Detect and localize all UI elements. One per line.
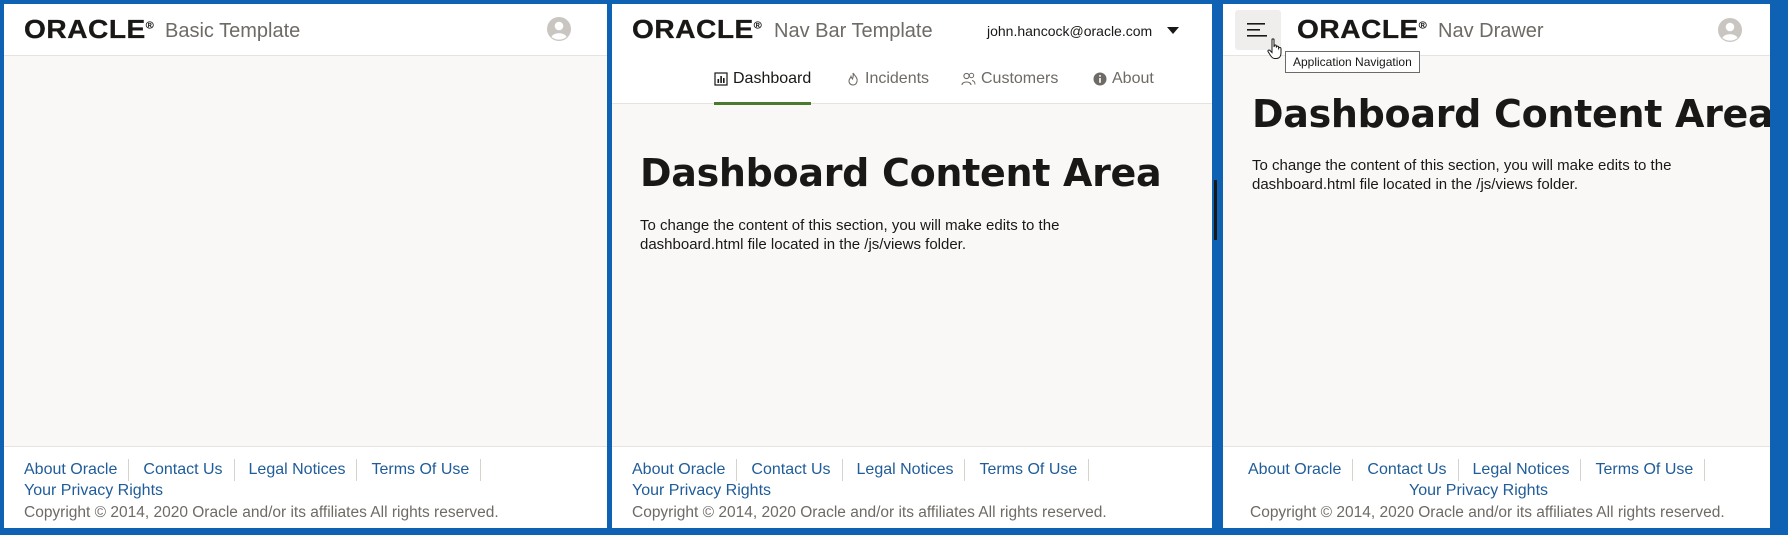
oracle-logo[interactable]: ORACLE® xyxy=(632,14,762,45)
footer-link-terms-of-use[interactable]: Terms Of Use xyxy=(1581,459,1706,481)
footer-link-contact-us[interactable]: Contact Us xyxy=(129,459,235,481)
app-title: Nav Drawer xyxy=(1438,20,1544,42)
app-title: Basic Template xyxy=(165,20,301,42)
footer-link-about-oracle[interactable]: About Oracle xyxy=(632,459,738,481)
copyright-text: Copyright © 2014, 2020 Oracle and/or its… xyxy=(1250,504,1725,521)
footer: About Oracle Contact Us Legal Notices Te… xyxy=(612,446,1212,528)
content-body: To change the content of this section, y… xyxy=(1252,157,1672,193)
people-icon xyxy=(961,72,976,86)
footer-link-privacy-rights[interactable]: Your Privacy Rights xyxy=(24,482,163,500)
tab-customers[interactable]: Customers xyxy=(961,70,1058,104)
fire-icon xyxy=(848,72,858,86)
app-header: ORACLE® Basic Template xyxy=(4,4,607,56)
footer-link-terms-of-use[interactable]: Terms Of Use xyxy=(357,459,482,481)
navbar-template-window: ORACLE® Nav Bar Template john.hancock@or… xyxy=(612,4,1212,528)
hamburger-icon xyxy=(1247,23,1267,37)
oracle-logo[interactable]: ORACLE® xyxy=(24,14,154,45)
chart-icon xyxy=(714,72,728,86)
oracle-logo[interactable]: ORACLE® xyxy=(1297,14,1427,45)
tab-about[interactable]: About xyxy=(1093,70,1154,104)
footer: About Oracle Contact Us Legal Notices Te… xyxy=(1223,446,1770,528)
nav-drawer-template-window: ORACLE® Nav Drawer Application Navigatio… xyxy=(1223,4,1770,528)
footer-link-legal-notices[interactable]: Legal Notices xyxy=(1459,459,1582,481)
footer-links: About Oracle Contact Us Legal Notices Te… xyxy=(24,459,482,481)
user-menu-button[interactable]: john.hancock@oracle.com xyxy=(987,23,1152,39)
footer-link-terms-of-use[interactable]: Terms Of Use xyxy=(965,459,1090,481)
footer-link-privacy-rights[interactable]: Your Privacy Rights xyxy=(1409,482,1548,500)
hand-cursor-icon xyxy=(1267,38,1282,59)
app-header: ORACLE® Nav Bar Template john.hancock@or… xyxy=(612,4,1212,105)
tooltip-application-navigation: Application Navigation xyxy=(1285,51,1420,73)
footer-links: About Oracle Contact Us Legal Notices Te… xyxy=(1248,459,1706,481)
app-header: ORACLE® Nav Drawer xyxy=(1223,4,1770,56)
footer-link-contact-us[interactable]: Contact Us xyxy=(1353,459,1459,481)
user-avatar-icon[interactable] xyxy=(1718,18,1742,42)
basic-template-window: ORACLE® Basic Template About Oracle Cont… xyxy=(4,4,607,528)
chevron-down-icon[interactable] xyxy=(1167,27,1179,34)
footer-link-legal-notices[interactable]: Legal Notices xyxy=(843,459,966,481)
window-divider xyxy=(1214,180,1217,240)
copyright-text: Copyright © 2014, 2020 Oracle and/or its… xyxy=(24,504,499,521)
tab-dashboard[interactable]: Dashboard xyxy=(714,70,812,105)
app-title: Nav Bar Template xyxy=(774,20,933,42)
footer-links: About Oracle Contact Us Legal Notices Te… xyxy=(632,459,1090,481)
info-icon xyxy=(1093,72,1107,86)
footer-link-about-oracle[interactable]: About Oracle xyxy=(24,459,130,481)
footer-link-legal-notices[interactable]: Legal Notices xyxy=(235,459,358,481)
copyright-text: Copyright © 2014, 2020 Oracle and/or its… xyxy=(632,504,1107,521)
footer-link-about-oracle[interactable]: About Oracle xyxy=(1248,459,1354,481)
footer-link-privacy-rights[interactable]: Your Privacy Rights xyxy=(632,482,771,500)
footer-link-contact-us[interactable]: Contact Us xyxy=(737,459,843,481)
tab-incidents[interactable]: Incidents xyxy=(846,70,929,104)
footer: About Oracle Contact Us Legal Notices Te… xyxy=(4,446,607,528)
content-body: To change the content of this section, y… xyxy=(640,217,1060,253)
user-avatar-icon[interactable] xyxy=(547,17,571,41)
content-title: Dashboard Content Area xyxy=(1252,92,1770,136)
content-title: Dashboard Content Area xyxy=(640,151,1162,195)
